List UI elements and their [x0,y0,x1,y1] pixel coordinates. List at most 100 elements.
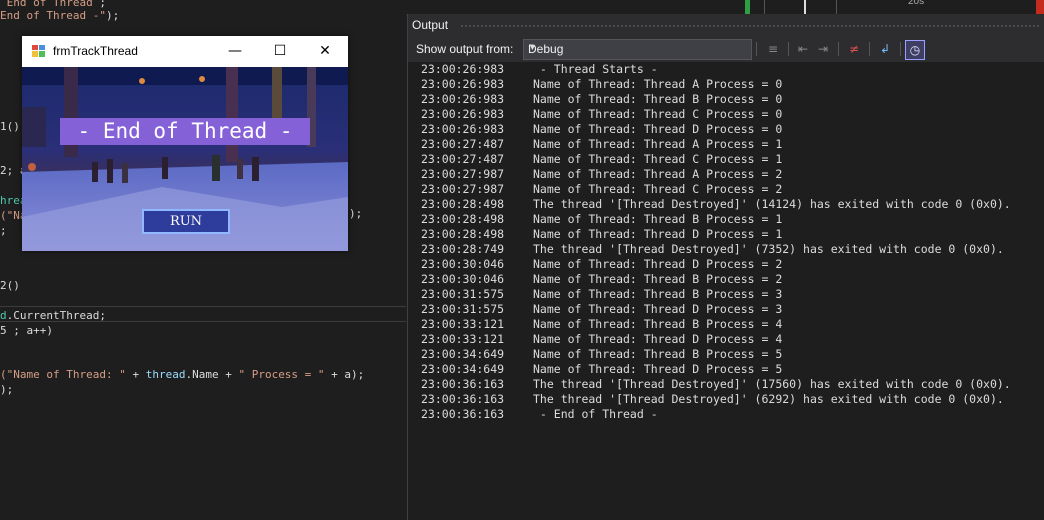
output-panel-header[interactable]: Output [408,14,1044,36]
output-message: Name of Thread: Thread B Process = 2 [533,272,783,286]
output-timestamp: 23:00:26:983 [421,62,505,76]
output-line: 23:00:26:983 Name of Thread: Thread B Pro… [421,92,782,107]
output-line: 23:00:27:487 Name of Thread: Thread A Pro… [421,137,782,152]
toolbar-separator [869,42,870,56]
output-message: Name of Thread: Thread C Process = 0 [533,107,783,121]
output-message: The thread '[Thread Destroyed]' (6292) h… [533,392,1004,406]
output-line: 23:00:26:983 Name of Thread: Thread C Pro… [421,107,782,122]
timeline-marker [745,0,750,14]
form-titlebar[interactable]: frmTrackThread — ☐ ✕ [22,36,348,67]
code-token: ); [0,383,14,396]
code-token: 2() [0,279,20,292]
output-timestamp: 23:00:28:498 [421,212,505,226]
output-message: Name of Thread: Thread B Process = 5 [533,347,783,361]
output-timestamp: 23:00:27:987 [421,182,505,196]
output-message: Name of Thread: Thread D Process = 4 [533,332,783,346]
code-token: + a); [324,368,365,381]
editor-divider-2 [0,321,406,322]
output-line: 23:00:28:749 The thread '[Thread Destroye… [421,242,1004,257]
chevron-down-icon: ▼ [528,42,537,52]
output-message: Name of Thread: Thread D Process = 3 [533,302,783,316]
output-panel: Output Show output from: Debug ▼ ≡ ⇤ ⇥ ≠… [407,14,1044,520]
output-message: - Thread Starts - [533,62,658,76]
output-line: 23:00:36:163 - End of Thread - [421,407,658,422]
output-message: Name of Thread: Thread B Process = 4 [533,317,783,331]
output-timestamp: 23:00:28:498 [421,197,505,211]
output-toolbar: Show output from: Debug ▼ ≡ ⇤ ⇥ ≠ ↲ ◷ [408,36,1044,62]
form-window: frmTrackThread — ☐ ✕ - End of Thread - R… [22,36,348,251]
next-message-icon[interactable]: ⇥ [814,40,832,58]
output-timestamp: 23:00:36:163 [421,392,505,406]
output-panel-title: Output [412,18,449,32]
code-line: 1() [0,119,20,134]
output-message: Name of Thread: Thread C Process = 1 [533,152,783,166]
minimize-button[interactable]: — [212,36,258,67]
output-line: 23:00:26:983 Name of Thread: Thread D Pro… [421,122,782,137]
output-message: Name of Thread: Thread D Process = 2 [533,257,783,271]
output-line: 23:00:27:987 Name of Thread: Thread C Pro… [421,182,782,197]
output-line: 23:00:31:575 Name of Thread: Thread B Pro… [421,287,782,302]
code-token: thread [145,368,186,381]
output-timestamp: 23:00:31:575 [421,287,505,301]
toolbar-separator [838,42,839,56]
output-line: 23:00:31:575 Name of Thread: Thread D Pro… [421,302,782,317]
run-button[interactable]: RUN [142,209,230,234]
output-line: 23:00:30:046 Name of Thread: Thread B Pro… [421,272,782,287]
timeline-tick [764,0,765,14]
output-line: 23:00:26:983 - Thread Starts - [421,62,658,77]
output-timestamp: 23:00:34:649 [421,362,505,376]
code-line: 5 ; a++) [0,323,53,338]
output-line: 23:00:28:498 Name of Thread: Thread D Pro… [421,227,782,242]
find-message-in-code-icon[interactable]: ≡ [764,40,782,58]
output-line: 23:00:33:121 Name of Thread: Thread B Pro… [421,317,782,332]
output-line: 23:00:27:487 Name of Thread: Thread C Pro… [421,152,782,167]
panel-drag-grip[interactable] [460,24,1039,28]
output-timestamp: 23:00:26:983 [421,122,505,136]
output-message: Name of Thread: Thread C Process = 2 [533,182,783,196]
output-line: 23:00:36:163 The thread '[Thread Destroye… [421,377,1011,392]
output-message: The thread '[Thread Destroyed]' (14124) … [533,197,1011,211]
show-timestamp-icon[interactable]: ◷ [905,40,925,60]
output-line: 23:00:26:983 Name of Thread: Thread A Pro… [421,77,782,92]
toolbar-separator [756,42,757,56]
output-line: 23:00:28:498 Name of Thread: Thread B Pro… [421,212,782,227]
code-token: ); [105,9,120,22]
output-message: Name of Thread: Thread D Process = 5 [533,362,783,376]
output-timestamp: 23:00:34:649 [421,347,505,361]
clear-all-icon[interactable]: ≠ [845,40,863,58]
code-token: End of Thread -" [0,9,106,22]
output-timestamp: 23:00:28:498 [421,227,505,241]
output-timestamp: 23:00:30:046 [421,257,505,271]
code-line: ; [0,223,7,238]
output-line: 23:00:30:046 Name of Thread: Thread D Pro… [421,257,782,272]
previous-message-icon[interactable]: ⇤ [794,40,812,58]
output-source-dropdown[interactable]: Debug ▼ [523,39,752,60]
code-token: + [125,368,146,381]
timeline-tick [836,0,837,14]
output-timestamp: 23:00:31:575 [421,302,505,316]
editor-divider [0,306,406,307]
close-button[interactable]: ✕ [302,36,348,67]
output-message: Name of Thread: Thread B Process = 0 [533,92,783,106]
output-message: Name of Thread: Thread D Process = 1 [533,227,783,241]
output-message: Name of Thread: Thread B Process = 3 [533,287,783,301]
output-timestamp: 23:00:30:046 [421,272,505,286]
maximize-button[interactable]: ☐ [257,36,303,67]
output-line: 23:00:27:987 Name of Thread: Thread A Pro… [421,167,782,182]
output-line: 23:00:36:163 The thread '[Thread Destroye… [421,392,1004,407]
end-of-thread-banner: - End of Thread - [60,118,310,145]
output-line: 23:00:33:121 Name of Thread: Thread D Pro… [421,332,782,347]
code-token: ("Name of Thread: " [0,368,126,381]
output-message: Name of Thread: Thread A Process = 2 [533,167,783,181]
output-timestamp: 23:00:27:487 [421,137,505,151]
output-line: 23:00:34:649 Name of Thread: Thread D Pro… [421,362,782,377]
toolbar-separator [788,42,789,56]
code-line: 2() [0,278,20,293]
timeline-label: 20s [908,0,925,7]
output-text-area[interactable]: 23:00:26:983 - Thread Starts -23:00:26:9… [408,62,1044,520]
toggle-word-wrap-icon[interactable]: ↲ [876,40,894,58]
code-token: 1() [0,120,20,133]
output-timestamp: 23:00:26:983 [421,92,505,106]
output-timestamp: 23:00:27:487 [421,152,505,166]
output-timestamp: 23:00:26:983 [421,107,505,121]
